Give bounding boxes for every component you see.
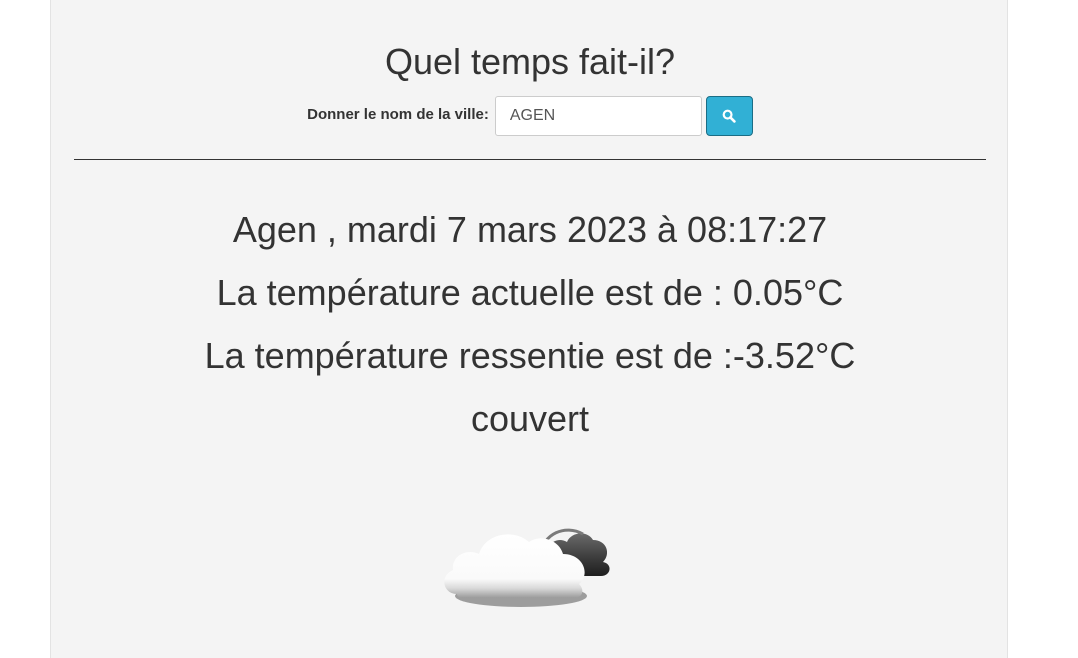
city-label: Donner le nom de la ville: <box>307 105 489 123</box>
weather-panel: Quel temps fait-il? Donner le nom de la … <box>50 0 1008 658</box>
page-title: Quel temps fait-il? <box>384 41 676 82</box>
search-icon <box>722 109 737 123</box>
divider <box>74 159 986 160</box>
search-button[interactable] <box>705 96 753 136</box>
city-input[interactable] <box>494 96 702 136</box>
search-form: Donner le nom de la ville: <box>51 96 1009 136</box>
feels-like-temperature: La température ressentie est de :-3.52°C <box>204 335 856 376</box>
overcast-clouds-icon <box>444 528 610 607</box>
date-time-line: Agen , mardi 7 mars 2023 à 08:17:27 <box>232 209 828 250</box>
current-temperature: La température actuelle est de : 0.05°C <box>216 272 844 313</box>
weather-description: couvert <box>470 398 590 439</box>
